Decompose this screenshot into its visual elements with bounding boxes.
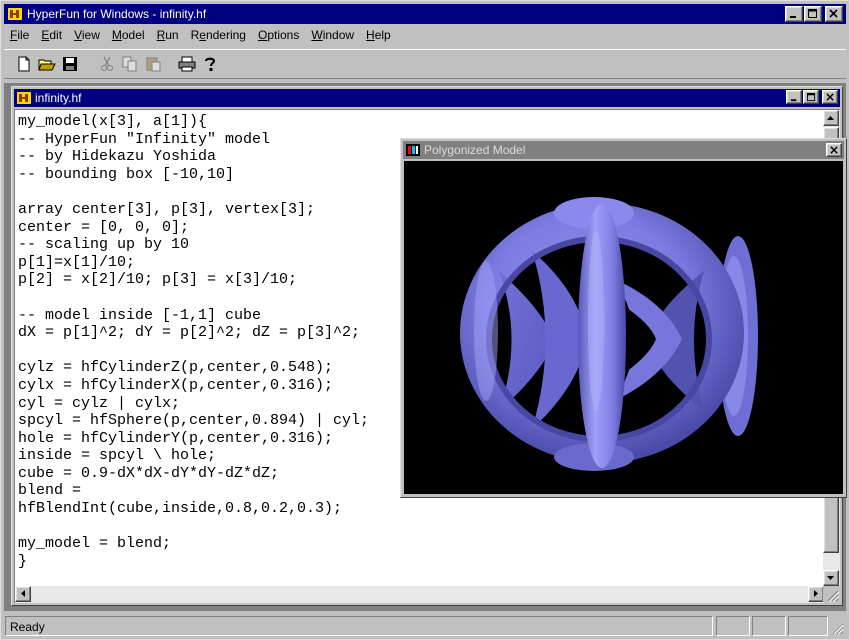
hyperfun-app-icon [8,8,22,20]
paste-button[interactable] [142,53,164,75]
document-title-bar[interactable]: infinity.hf [14,89,840,107]
status-pane-2 [752,616,786,636]
maximize-icon [806,92,815,101]
arrow-right-icon [814,590,818,597]
infinity-model-render [460,197,758,471]
open-folder-icon [38,59,56,71]
new-file-button[interactable] [13,53,35,75]
close-button[interactable] [825,6,843,22]
size-grip-corner[interactable] [823,586,840,603]
toolbar [4,49,846,79]
paste-clipboard-icon [146,57,161,72]
cut-scissors-icon [101,56,113,71]
doc-minimize-button[interactable] [786,90,802,104]
maximize-button[interactable] [804,6,822,22]
3d-viewport[interactable] [404,161,843,494]
status-pane-1 [716,616,750,636]
close-icon [825,92,834,101]
scroll-down-button[interactable] [823,570,839,586]
title-bar[interactable]: HyperFun for Windows - infinity.hf [4,4,846,24]
film-strip-icon [406,144,420,156]
model-window-title: Polygonized Model [424,143,526,157]
minimize-icon [790,16,796,18]
menu-options[interactable]: Options [252,26,305,44]
polygonized-model-window: Polygonized Model [400,138,847,498]
source-code-text[interactable]: my_model(x[3], a[1]){ -- HyperFun "Infin… [18,113,369,570]
resize-grip-icon[interactable] [830,621,844,635]
application-window: HyperFun for Windows - infinity.hf File … [0,0,850,640]
model-window-title-bar[interactable]: Polygonized Model [403,141,844,159]
copy-button[interactable] [119,53,141,75]
copy-icon [122,56,137,72]
print-icon [178,56,196,72]
resize-grip-icon [827,590,840,603]
arrow-down-icon [827,576,834,580]
window-title: HyperFun for Windows - infinity.hf [27,7,207,21]
arrow-up-icon [827,116,834,120]
scroll-left-button[interactable] [15,586,31,602]
menu-rendering[interactable]: Rendering [185,26,252,44]
menu-model[interactable]: Model [106,26,151,44]
menu-help[interactable]: Help [360,26,397,44]
new-file-icon [18,56,30,72]
minimize-icon [790,98,796,101]
menu-bar: File Edit View Model Run Rendering Optio… [4,25,397,45]
status-bar: Ready [4,615,846,637]
horizontal-scrollbar[interactable] [15,586,824,603]
help-button[interactable] [199,53,221,75]
status-text: Ready [5,616,713,636]
doc-close-button[interactable] [822,90,838,104]
print-button[interactable] [176,53,198,75]
save-file-button[interactable] [59,53,81,75]
hyperfun-doc-icon [17,92,31,104]
status-pane-3 [788,616,828,636]
menu-run[interactable]: Run [151,26,185,44]
doc-maximize-button[interactable] [803,90,819,104]
save-disk-icon [63,57,77,71]
minimize-button[interactable] [785,6,803,22]
menu-file[interactable]: File [4,26,35,44]
document-title: infinity.hf [35,91,82,105]
scroll-right-button[interactable] [808,586,824,602]
cut-button[interactable] [96,53,118,75]
model-window-close-button[interactable] [826,143,842,157]
scroll-up-button[interactable] [823,110,839,126]
close-icon [829,145,838,154]
arrow-left-icon [21,590,25,597]
menu-edit[interactable]: Edit [35,26,68,44]
open-file-button[interactable] [36,53,58,75]
menu-view[interactable]: View [68,26,106,44]
maximize-icon [808,9,817,18]
help-question-icon [204,57,216,71]
menu-window[interactable]: Window [305,26,360,44]
close-icon [829,9,838,18]
